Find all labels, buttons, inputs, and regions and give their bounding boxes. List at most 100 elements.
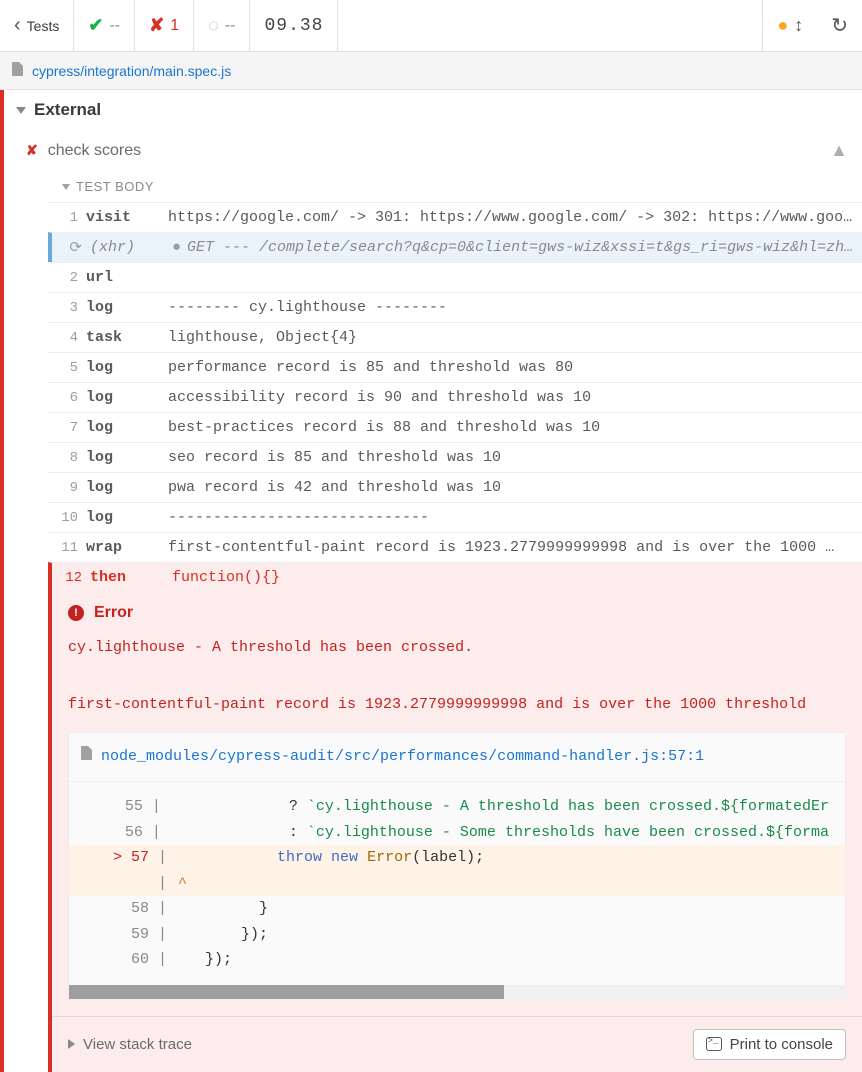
test-body-header[interactable]: TEST BODY: [0, 171, 862, 202]
command-number: 12: [60, 570, 82, 586]
print-console-label: Print to console: [730, 1036, 833, 1053]
x-icon: ✘: [149, 15, 164, 36]
command-name: log: [86, 359, 168, 376]
command-row[interactable]: 12thenfunction(){}: [48, 562, 862, 592]
spinner-icon: ⟳: [60, 238, 82, 257]
error-icon: !: [68, 605, 84, 621]
suite-header[interactable]: External: [0, 90, 862, 130]
viewport-controls[interactable]: ● ↕: [763, 0, 817, 51]
pass-indicator[interactable]: ✔ --: [74, 0, 135, 51]
command-row[interactable]: 4tasklighthouse, Object{4}: [48, 322, 862, 352]
command-number: 11: [56, 540, 78, 556]
command-name: (xhr): [90, 239, 172, 256]
stack-trace-toggle[interactable]: View stack trace: [68, 1036, 192, 1053]
command-message: -------- cy.lighthouse --------: [168, 299, 854, 316]
stack-trace-label: View stack trace: [83, 1036, 192, 1053]
command-message: -----------------------------: [168, 509, 854, 526]
code-line: > 57 | throw new Error(label);: [69, 845, 845, 871]
error-message-1: cy.lighthouse - A threshold has been cro…: [68, 634, 846, 663]
command-row[interactable]: 10 log-----------------------------: [48, 502, 862, 532]
print-console-button[interactable]: Print to console: [693, 1029, 846, 1060]
command-message: performance record is 85 and threshold w…: [168, 359, 854, 376]
command-number: 7: [56, 420, 78, 436]
code-frame: node_modules/cypress-audit/src/performan…: [68, 732, 846, 1000]
command-number: 10: [56, 510, 78, 526]
command-row[interactable]: 7 logbest-practices record is 88 and thre…: [48, 412, 862, 442]
test-body-label: TEST BODY: [76, 179, 154, 194]
command-number: 8: [56, 450, 78, 466]
code-line: | ^: [69, 871, 845, 897]
caret-right-icon: [68, 1039, 75, 1049]
code-line: 56 | : `cy.lighthouse - Some thresholds …: [69, 820, 845, 846]
code-lines: 55 | ? `cy.lighthouse - A threshold has …: [69, 782, 845, 985]
resize-icon: ↕: [794, 15, 803, 36]
pass-count: --: [109, 17, 120, 35]
command-row[interactable]: 9 logpwa record is 42 and threshold was 1…: [48, 472, 862, 502]
reload-button[interactable]: ↻: [817, 0, 862, 51]
check-icon: ✔: [88, 15, 103, 36]
back-label: Tests: [27, 18, 60, 34]
toolbar-spacer: [338, 0, 763, 51]
command-name: wrap: [86, 539, 168, 556]
command-name: log: [86, 479, 168, 496]
pending-count: --: [225, 17, 236, 35]
file-icon: [12, 62, 24, 79]
fail-indicator[interactable]: ✘ 1: [135, 0, 194, 51]
test-fail-icon: ✘: [26, 142, 38, 159]
error-panel: ! Error cy.lighthouse - A threshold has …: [48, 592, 862, 1072]
caret-down-icon: [62, 184, 70, 190]
command-log: 1visithttps://google.com/ -> 301: https:…: [0, 202, 862, 592]
command-row[interactable]: 3 log-------- cy.lighthouse --------: [48, 292, 862, 322]
code-line: 58 | }: [69, 896, 845, 922]
command-number: 3: [56, 300, 78, 316]
timer-value: 09.38: [264, 16, 323, 36]
command-name: log: [86, 389, 168, 406]
command-row[interactable]: 2url: [48, 262, 862, 292]
error-body: cy.lighthouse - A threshold has been cro…: [52, 634, 862, 1016]
command-name: log: [86, 419, 168, 436]
command-number: 1: [56, 210, 78, 226]
error-title: Error: [94, 604, 133, 622]
error-wrapper: ! Error cy.lighthouse - A threshold has …: [0, 592, 862, 1072]
command-message: best-practices record is 88 and threshol…: [168, 419, 854, 436]
pending-icon: ◌: [208, 15, 219, 36]
command-number: 5: [56, 360, 78, 376]
command-row[interactable]: ⟳(xhr)●GET --- /complete/search?q&cp=0&c…: [48, 232, 862, 262]
horizontal-scrollbar[interactable]: [69, 985, 845, 999]
command-row[interactable]: 11 wrapfirst-contentful-paint record is 1…: [48, 532, 862, 562]
file-path-link[interactable]: cypress/integration/main.spec.js: [32, 63, 231, 79]
back-button[interactable]: ‹ Tests: [0, 0, 74, 51]
command-row[interactable]: 5 logperformance record is 85 and thresho…: [48, 352, 862, 382]
suite-title: External: [34, 100, 101, 120]
command-name: visit: [86, 209, 168, 226]
command-row[interactable]: 8 logseo record is 85 and threshold was 1…: [48, 442, 862, 472]
code-line: 60 | });: [69, 947, 845, 973]
command-name: url: [86, 269, 168, 286]
fail-count: 1: [170, 17, 179, 35]
code-path-link[interactable]: node_modules/cypress-audit/src/performan…: [101, 743, 704, 772]
command-message: seo record is 85 and threshold was 10: [168, 449, 854, 466]
code-line: 59 | });: [69, 922, 845, 948]
command-number: 9: [56, 480, 78, 496]
command-name: task: [86, 329, 168, 346]
error-message-2: first-contentful-paint record is 1923.27…: [68, 691, 846, 720]
command-row[interactable]: 6logaccessibility record is 90 and thres…: [48, 382, 862, 412]
top-toolbar: ‹ Tests ✔ -- ✘ 1 ◌ -- 09.38 ● ↕ ↻: [0, 0, 862, 52]
warning-icon[interactable]: ▲: [830, 140, 848, 161]
command-message: pwa record is 42 and threshold was 10: [168, 479, 854, 496]
xhr-dot-icon: ●: [172, 239, 181, 256]
command-name: log: [86, 449, 168, 466]
code-line: 55 | ? `cy.lighthouse - A threshold has …: [69, 794, 845, 820]
pending-indicator[interactable]: ◌ --: [194, 0, 250, 51]
error-header: ! Error: [52, 592, 862, 634]
command-name: log: [86, 509, 168, 526]
command-row[interactable]: 1visithttps://google.com/ -> 301: https:…: [48, 202, 862, 232]
command-name: log: [86, 299, 168, 316]
command-message: function(){}: [172, 569, 854, 586]
test-row[interactable]: ✘ check scores ▲: [0, 130, 862, 171]
scrollbar-thumb[interactable]: [69, 985, 504, 999]
command-message: first-contentful-paint record is 1923.27…: [168, 539, 854, 556]
file-icon: [81, 743, 93, 772]
command-number: 4: [56, 330, 78, 346]
reload-icon: ↻: [831, 13, 848, 38]
